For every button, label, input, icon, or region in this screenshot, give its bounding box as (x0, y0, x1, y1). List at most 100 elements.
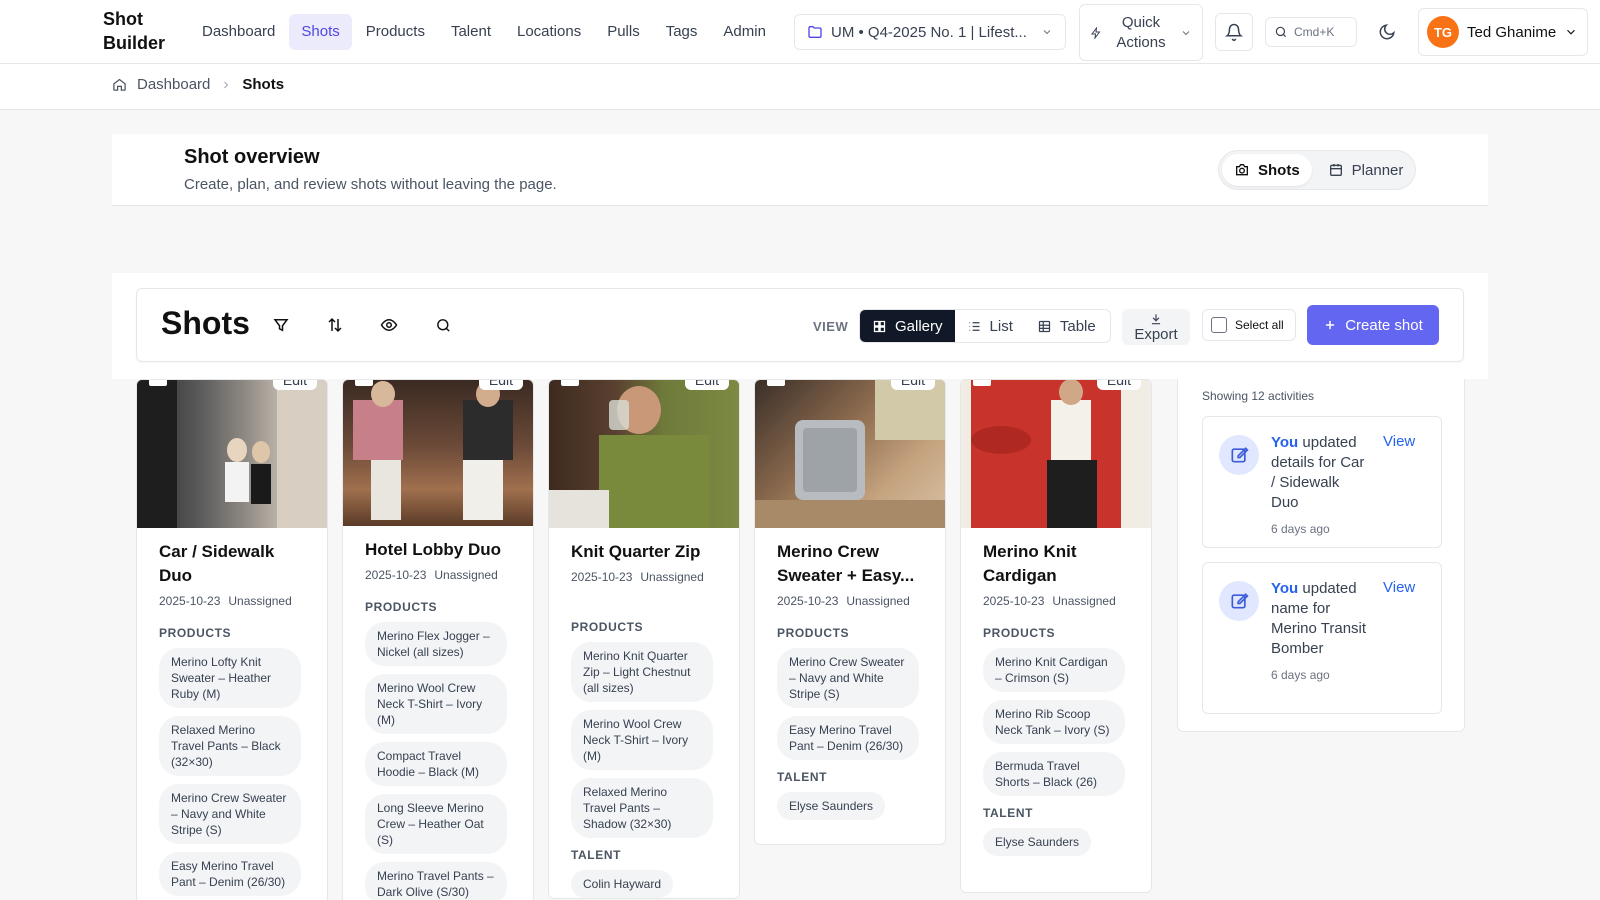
download-icon (1151, 313, 1161, 324)
export-button[interactable]: Export (1122, 309, 1190, 345)
card-checkbox[interactable] (767, 380, 785, 386)
search-shortcut: Cmd+K (1294, 25, 1335, 39)
activity-view-link[interactable]: View (1383, 433, 1415, 450)
breadcrumb: Dashboard Shots (112, 76, 284, 93)
view-list[interactable]: List (955, 310, 1025, 342)
product-pill: Merino Knit Cardigan – Crimson (S) (983, 648, 1125, 692)
folder-icon (808, 26, 822, 38)
shots-toolbar: Shots VIEW Gallery List Table Export Sel… (136, 288, 1464, 362)
edit-icon (1219, 581, 1259, 621)
breadcrumb-bar: Dashboard Shots (0, 64, 1600, 110)
card-assignee: Unassigned (228, 594, 292, 608)
activity-count: Showing 12 activities (1202, 389, 1315, 403)
shot-card[interactable]: Edit Hotel Lobby Duo 2025-10-23 Unassigne… (342, 379, 534, 900)
talent-heading: TALENT (777, 770, 828, 784)
card-checkbox[interactable] (149, 380, 167, 386)
checkbox-icon (1211, 317, 1227, 333)
nav-locations[interactable]: Locations (505, 14, 593, 50)
tab-planner-label: Planner (1351, 161, 1404, 179)
tab-planner[interactable]: Planner (1316, 154, 1416, 186)
edit-button[interactable]: Edit (478, 380, 523, 390)
card-assignee: Unassigned (434, 568, 498, 582)
tab-shots[interactable]: Shots (1222, 154, 1312, 186)
nav-dashboard[interactable]: Dashboard (190, 14, 287, 50)
notifications-button[interactable] (1215, 13, 1253, 51)
photo-figures (549, 386, 709, 528)
create-shot-button[interactable]: Create shot (1307, 305, 1439, 345)
card-checkbox[interactable] (561, 380, 579, 386)
shots-title: Shots (161, 305, 250, 341)
search-toggle-button[interactable] (423, 305, 463, 345)
card-date: 2025-10-23 (159, 594, 221, 608)
shot-photo: Edit (549, 380, 739, 528)
eye-icon (380, 318, 398, 332)
user-menu[interactable]: TG Ted Ghanime (1418, 8, 1588, 56)
home-icon (113, 78, 126, 91)
breadcrumb-dashboard[interactable]: Dashboard (137, 76, 210, 93)
mode-switch: Shots Planner (1218, 150, 1416, 190)
shot-photo: Edit (343, 380, 533, 526)
card-checkbox[interactable] (973, 380, 991, 386)
theme-toggle[interactable] (1372, 17, 1402, 47)
activity-actor[interactable]: You (1271, 580, 1298, 597)
nav-talent[interactable]: Talent (439, 14, 503, 50)
visibility-button[interactable] (369, 305, 409, 345)
view-table[interactable]: Table (1025, 310, 1108, 342)
photo-figures (353, 381, 513, 520)
activity-text: You updated name for Merino Transit Bomb… (1271, 579, 1371, 685)
card-checkbox[interactable] (355, 380, 373, 386)
card-title: Knit Quarter Zip (571, 542, 701, 561)
card-title: Merino Knit Cardigan (983, 542, 1077, 585)
shot-card[interactable]: Edit Car / Sidewalk Duo 2025-10-23 Unassi… (136, 379, 328, 900)
select-all-checkbox[interactable]: Select all (1202, 309, 1296, 341)
shot-photo: Edit (961, 380, 1151, 528)
search-button[interactable]: Cmd+K (1265, 17, 1357, 47)
lightning-icon (1091, 26, 1101, 39)
sort-button[interactable] (315, 305, 355, 345)
view-table-label: Table (1059, 317, 1096, 335)
products-heading: PRODUCTS (571, 620, 644, 634)
nav-tags[interactable]: Tags (654, 14, 710, 50)
nav-shots[interactable]: Shots (289, 14, 352, 50)
tab-shots-label: Shots (1258, 161, 1300, 179)
product-pill: Long Sleeve Merino Crew – Heather Oat (S… (365, 794, 507, 854)
card-assignee: Unassigned (640, 570, 704, 584)
app-brand[interactable]: Shot Builder (103, 7, 183, 55)
bell-icon (1225, 23, 1243, 41)
product-pill: Relaxed Merino Travel Pants – Black (32×… (159, 716, 301, 776)
activity-actor[interactable]: You (1271, 434, 1298, 451)
view-list-label: List (989, 317, 1013, 335)
card-date: 2025-10-23 (365, 568, 427, 582)
quick-actions-label: Quick Actions (1116, 13, 1166, 51)
view-switcher: Gallery List Table (859, 309, 1111, 343)
filter-button[interactable] (261, 305, 301, 345)
shot-card[interactable]: Edit Merino Knit Cardigan 2025-10-23 Unas… (960, 379, 1152, 893)
photo-figures (971, 380, 1151, 528)
talent-pill: Elyse Saunders (983, 828, 1092, 856)
shot-card[interactable]: Edit Merino Crew Sweater + Easy... 2025-… (754, 379, 946, 845)
user-name: Ted Ghanime (1467, 23, 1557, 41)
project-selector[interactable]: UM • Q4-2025 No. 1 | Lifest... (794, 14, 1066, 50)
quick-actions-button[interactable]: Quick Actions (1079, 4, 1203, 61)
activity-view-link[interactable]: View (1383, 579, 1415, 596)
card-title: Merino Crew Sweater + Easy... (777, 542, 915, 585)
nav-products[interactable]: Products (354, 14, 437, 50)
edit-button[interactable]: Edit (1096, 380, 1141, 390)
activity-item: You updated details for Car / Sidewalk D… (1202, 416, 1442, 548)
photo-figures (137, 380, 327, 528)
edit-button[interactable]: Edit (890, 380, 935, 390)
product-pill: Merino Wool Crew Neck T-Shirt – Ivory (M… (571, 710, 713, 770)
grid-icon (873, 320, 886, 332)
nav-pulls[interactable]: Pulls (595, 14, 652, 50)
product-pill: Relaxed Merino Travel Pants – Shadow (32… (571, 778, 713, 838)
page-subtitle: Create, plan, and review shots without l… (184, 176, 557, 193)
product-pill: Merino Crew Sweater – Navy and White Str… (777, 648, 919, 708)
edit-button[interactable]: Edit (684, 380, 729, 390)
view-gallery[interactable]: Gallery (860, 310, 955, 342)
nav-admin[interactable]: Admin (711, 14, 778, 50)
talent-heading: TALENT (571, 848, 622, 862)
shot-card[interactable]: Edit Knit Quarter Zip 2025-10-23 Unassign… (548, 379, 740, 899)
product-pill: Easy Merino Travel Pant – Denim (26/30) (777, 716, 919, 760)
moon-icon (1379, 24, 1395, 40)
edit-button[interactable]: Edit (272, 380, 317, 390)
